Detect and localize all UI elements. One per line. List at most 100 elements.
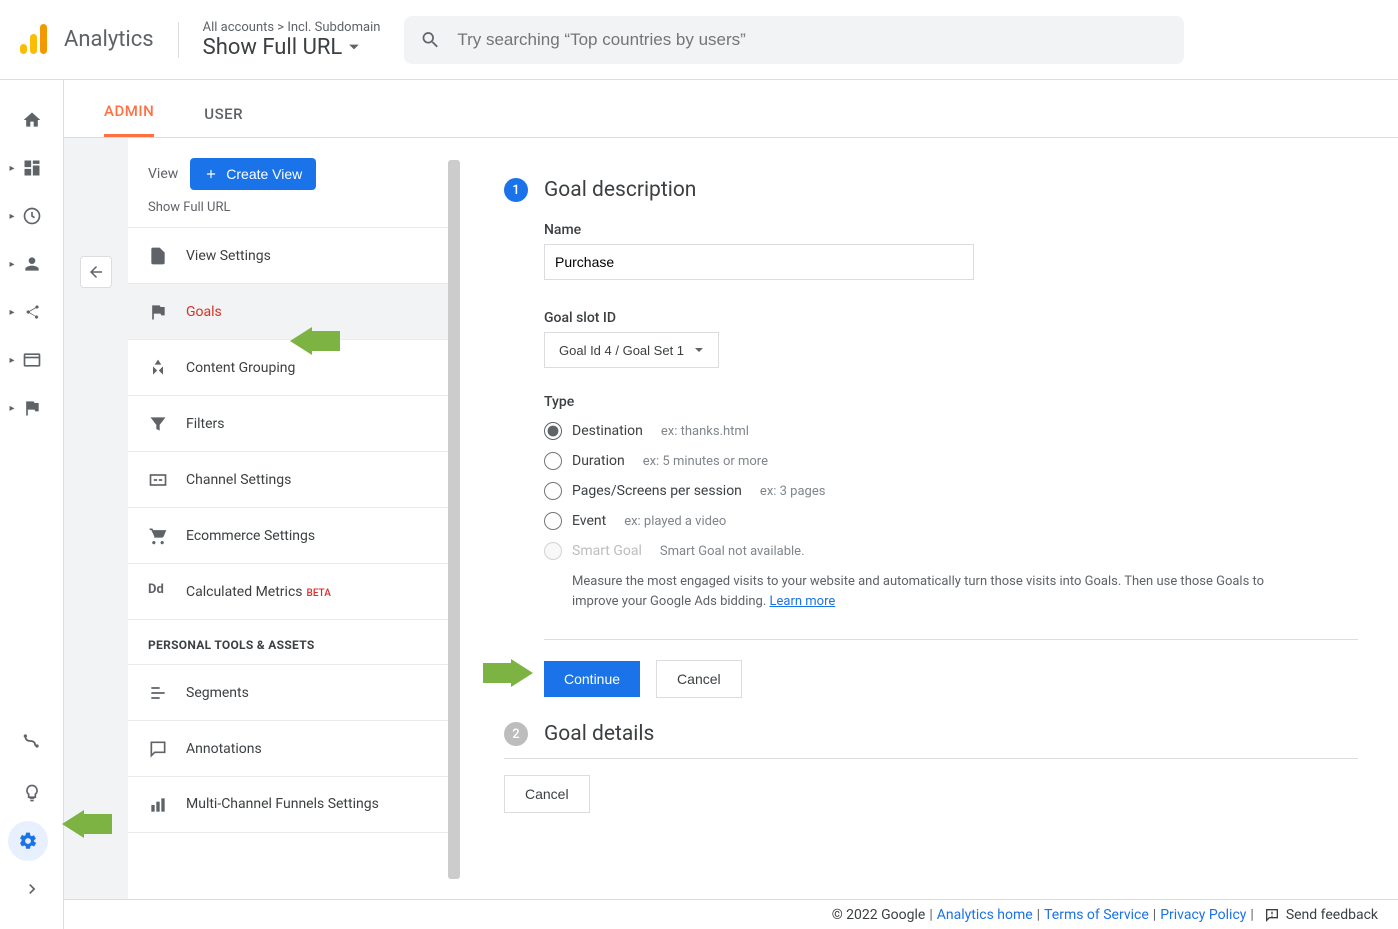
menu-label: Calculated MetricsBETA <box>186 584 331 600</box>
menu-filters[interactable]: Filters <box>128 396 448 452</box>
radio-hint: ex: 5 minutes or more <box>643 454 768 469</box>
radio-duration[interactable]: Duration ex: 5 minutes or more <box>544 446 1358 476</box>
menu-label: Segments <box>186 685 249 701</box>
person-icon <box>22 254 42 274</box>
caret-down-icon <box>348 41 360 53</box>
footer-link-home[interactable]: Analytics home <box>937 907 1033 923</box>
plus-icon <box>204 167 218 181</box>
radio-hint: ex: played a video <box>624 514 726 529</box>
step1-title: Goal description <box>544 178 696 202</box>
personal-menu-list: Segments Annotations Multi-Channel Funne… <box>128 664 448 833</box>
copyright: © 2022 Google <box>832 907 926 923</box>
clock-icon <box>22 206 42 226</box>
menu-label: Channel Settings <box>186 472 291 488</box>
radio-label: Destination <box>572 423 643 439</box>
cancel-button[interactable]: Cancel <box>656 660 742 698</box>
search-input[interactable] <box>457 30 1168 50</box>
caret-right-icon: ▸ <box>10 259 15 270</box>
step2-buttons: Cancel <box>504 775 1358 813</box>
analytics-logo-icon <box>16 22 52 58</box>
search-bar[interactable] <box>404 16 1184 64</box>
radio-event[interactable]: Event ex: played a video <box>544 506 1358 536</box>
menu-label: Multi-Channel Funnels Settings <box>186 795 379 813</box>
radio-label: Event <box>572 513 606 529</box>
menu-label: Ecommerce Settings <box>186 528 315 544</box>
share-icon <box>22 302 42 322</box>
nav-behavior[interactable]: ▸ <box>8 336 56 384</box>
admin-column: View Create View Show Full URL View Sett… <box>128 138 448 899</box>
menu-content-grouping[interactable]: Content Grouping <box>128 340 448 396</box>
admin-menu-list: View Settings Goals Content Grouping Fil… <box>128 227 448 620</box>
menu-annotations[interactable]: Annotations <box>128 721 448 777</box>
nav-dashboards[interactable]: ▸ <box>8 144 56 192</box>
feedback-icon <box>1264 907 1280 923</box>
nav-admin[interactable] <box>8 821 48 861</box>
caret-right-icon: ▸ <box>10 211 15 222</box>
step2-header: 2 Goal details <box>504 722 1358 759</box>
flag-icon <box>22 398 42 418</box>
step2-title: Goal details <box>544 722 654 746</box>
learn-more-link[interactable]: Learn more <box>769 594 835 609</box>
send-feedback-button[interactable]: Send feedback <box>1264 907 1378 923</box>
continue-button[interactable]: Continue <box>544 661 640 697</box>
logo-block: Analytics <box>16 22 179 58</box>
menu-goals[interactable]: Goals <box>128 284 448 340</box>
step1-number: 1 <box>504 178 528 202</box>
radio-destination[interactable]: Destination ex: thanks.html <box>544 416 1358 446</box>
gear-icon <box>18 831 38 851</box>
nav-conversions[interactable]: ▸ <box>8 384 56 432</box>
radio-input[interactable] <box>544 422 562 440</box>
menu-label: View Settings <box>186 248 271 264</box>
cancel-button-2[interactable]: Cancel <box>504 775 590 813</box>
annotation-icon <box>148 739 168 759</box>
menu-label: Annotations <box>186 741 262 757</box>
grouping-icon <box>148 358 168 378</box>
create-view-label: Create View <box>226 166 302 182</box>
radio-label: Duration <box>572 453 625 469</box>
nav-attribution[interactable] <box>8 717 56 765</box>
channel-icon <box>148 470 168 490</box>
cart-icon <box>148 526 168 546</box>
nav-realtime[interactable]: ▸ <box>8 192 56 240</box>
nav-audience[interactable]: ▸ <box>8 240 56 288</box>
radio-hint: Smart Goal not available. <box>660 544 805 559</box>
radio-input <box>544 542 562 560</box>
tab-user[interactable]: USER <box>204 105 243 137</box>
caret-right-icon: ▸ <box>10 163 15 174</box>
menu-channel-settings[interactable]: Channel Settings <box>128 452 448 508</box>
menu-ecommerce-settings[interactable]: Ecommerce Settings <box>128 508 448 564</box>
menu-calculated-metrics[interactable]: Dd Calculated MetricsBETA <box>128 564 448 620</box>
radio-hint: ex: thanks.html <box>661 424 749 439</box>
header: Analytics All accounts > Incl. Subdomain… <box>0 0 1398 80</box>
back-button[interactable] <box>80 256 112 288</box>
product-name: Analytics <box>64 27 154 52</box>
dashboard-icon <box>22 158 42 178</box>
chevron-right-icon <box>22 879 42 899</box>
property-selector[interactable]: All accounts > Incl. Subdomain Show Full… <box>203 20 381 60</box>
radio-label: Smart Goal <box>572 543 642 559</box>
radio-smart-goal: Smart Goal Smart Goal not available. <box>544 536 1358 566</box>
menu-label: Goals <box>186 304 222 320</box>
create-view-button[interactable]: Create View <box>190 158 316 190</box>
goal-name-input[interactable] <box>544 244 974 280</box>
nav-home[interactable] <box>8 96 56 144</box>
footer-link-tos[interactable]: Terms of Service <box>1044 907 1149 923</box>
scrollbar[interactable] <box>448 160 460 879</box>
radio-input[interactable] <box>544 482 562 500</box>
nav-collapse[interactable] <box>8 865 56 913</box>
tab-admin[interactable]: ADMIN <box>104 102 154 137</box>
divider <box>544 639 1358 640</box>
radio-input[interactable] <box>544 452 562 470</box>
menu-view-settings[interactable]: View Settings <box>128 228 448 284</box>
menu-mcf-settings[interactable]: Multi-Channel Funnels Settings <box>128 777 448 833</box>
admin-subtitle: Show Full URL <box>128 200 448 227</box>
nav-discover[interactable] <box>8 769 56 817</box>
radio-pages[interactable]: Pages/Screens per session ex: 3 pages <box>544 476 1358 506</box>
radio-input[interactable] <box>544 512 562 530</box>
menu-segments[interactable]: Segments <box>128 665 448 721</box>
document-icon <box>148 246 168 266</box>
footer-link-privacy[interactable]: Privacy Policy <box>1160 907 1246 923</box>
goal-slot-dropdown[interactable]: Goal Id 4 / Goal Set 1 <box>544 332 719 368</box>
home-icon <box>22 110 42 130</box>
nav-acquisition[interactable]: ▸ <box>8 288 56 336</box>
